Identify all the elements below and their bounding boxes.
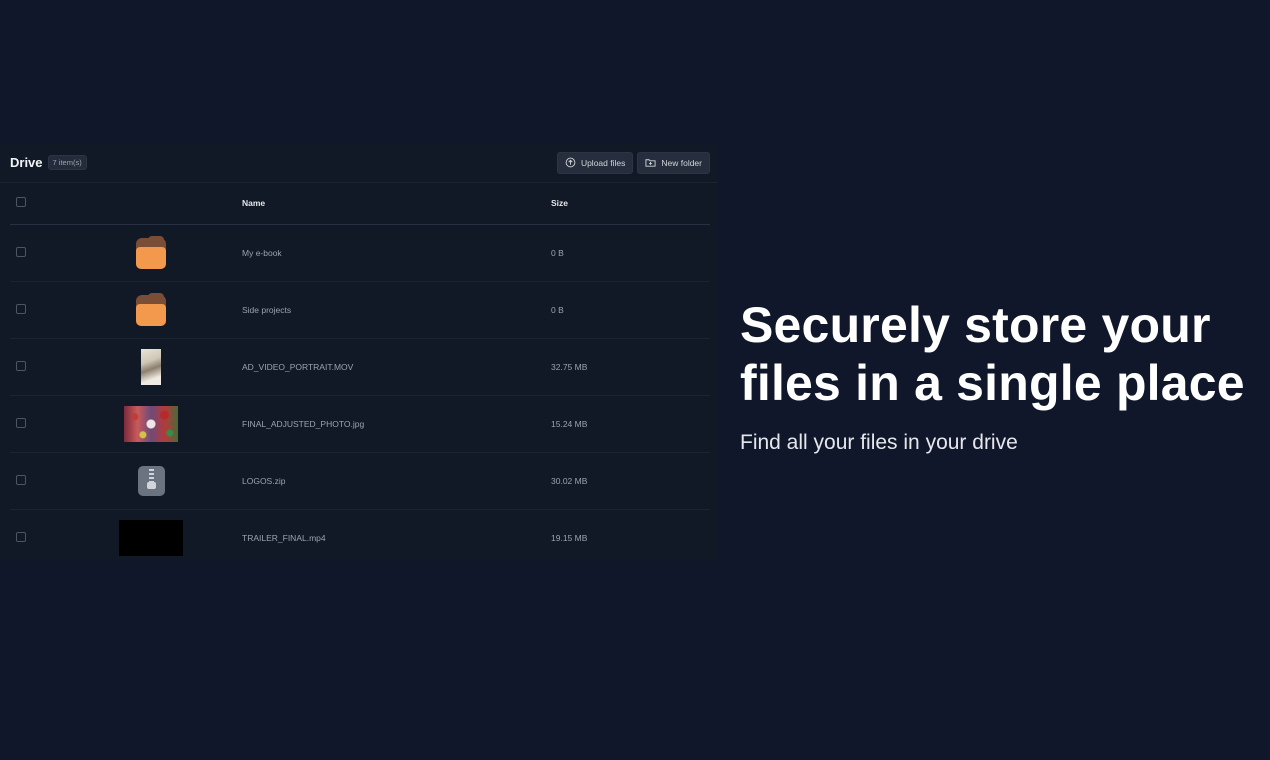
file-table: Name Size My e-book 0 B Side projects 0 … — [10, 183, 710, 566]
item-count-badge: 7 item(s) — [47, 155, 87, 170]
select-all-checkbox[interactable] — [16, 197, 26, 208]
row-checkbox[interactable] — [16, 474, 26, 485]
file-name[interactable]: FINAL_ADJUSTED_PHOTO.jpg — [242, 395, 551, 452]
upload-icon — [565, 157, 576, 168]
drive-header: Drive 7 item(s) Upload files New folder — [0, 143, 718, 183]
row-checkbox[interactable] — [16, 360, 26, 371]
upload-files-button[interactable]: Upload files — [556, 151, 634, 174]
upload-files-label: Upload files — [580, 157, 626, 168]
header-actions: Upload files New folder — [556, 151, 710, 174]
table-row[interactable]: Side projects 0 B — [10, 281, 710, 338]
table-row[interactable]: TRAILER_FINAL.mp4 19.15 MB — [10, 509, 710, 566]
column-header-size[interactable]: Size — [551, 183, 710, 224]
file-name[interactable]: TRAILER_FINAL.mp4 — [242, 509, 551, 566]
file-name[interactable]: Side projects — [242, 281, 551, 338]
file-size: 30.02 MB — [551, 475, 588, 486]
new-folder-button[interactable]: New folder — [637, 151, 710, 174]
folder-icon — [136, 235, 166, 269]
file-size: 0 B — [551, 304, 564, 315]
row-checkbox[interactable] — [16, 417, 26, 428]
file-name[interactable]: My e-book — [242, 224, 551, 281]
folder-plus-icon — [645, 159, 656, 167]
row-checkbox[interactable] — [16, 531, 26, 542]
table-row[interactable]: My e-book 0 B — [10, 224, 710, 281]
table-row[interactable]: LOGOS.zip 30.02 MB — [10, 452, 710, 509]
photo-thumbnail — [124, 405, 178, 442]
hero-title: Securely store your files in a single pl… — [740, 297, 1245, 411]
file-size: 15.24 MB — [551, 418, 588, 429]
row-checkbox[interactable] — [16, 303, 26, 314]
file-name[interactable]: AD_VIDEO_PORTRAIT.MOV — [242, 338, 551, 395]
video-thumbnail — [119, 519, 183, 556]
table-row[interactable]: AD_VIDEO_PORTRAIT.MOV 32.75 MB — [10, 338, 710, 395]
hero-subtitle: Find all your files in your drive — [740, 431, 1018, 454]
hero-section: Securely store your files in a single pl… — [740, 296, 1260, 455]
file-size: 32.75 MB — [551, 361, 588, 372]
row-checkbox[interactable] — [16, 246, 26, 257]
column-header-name[interactable]: Name — [242, 183, 551, 224]
folder-icon — [136, 292, 166, 326]
file-size: 19.15 MB — [551, 532, 588, 543]
zip-icon — [137, 465, 165, 496]
new-folder-label: New folder — [661, 157, 702, 168]
video-thumbnail — [141, 348, 161, 385]
drive-panel: Drive 7 item(s) Upload files New folder — [0, 143, 718, 561]
file-name[interactable]: LOGOS.zip — [242, 452, 551, 509]
file-size: 0 B — [551, 247, 564, 258]
drive-title: Drive — [10, 155, 43, 170]
table-row[interactable]: FINAL_ADJUSTED_PHOTO.jpg 15.24 MB — [10, 395, 710, 452]
table-header-row: Name Size — [10, 183, 710, 224]
